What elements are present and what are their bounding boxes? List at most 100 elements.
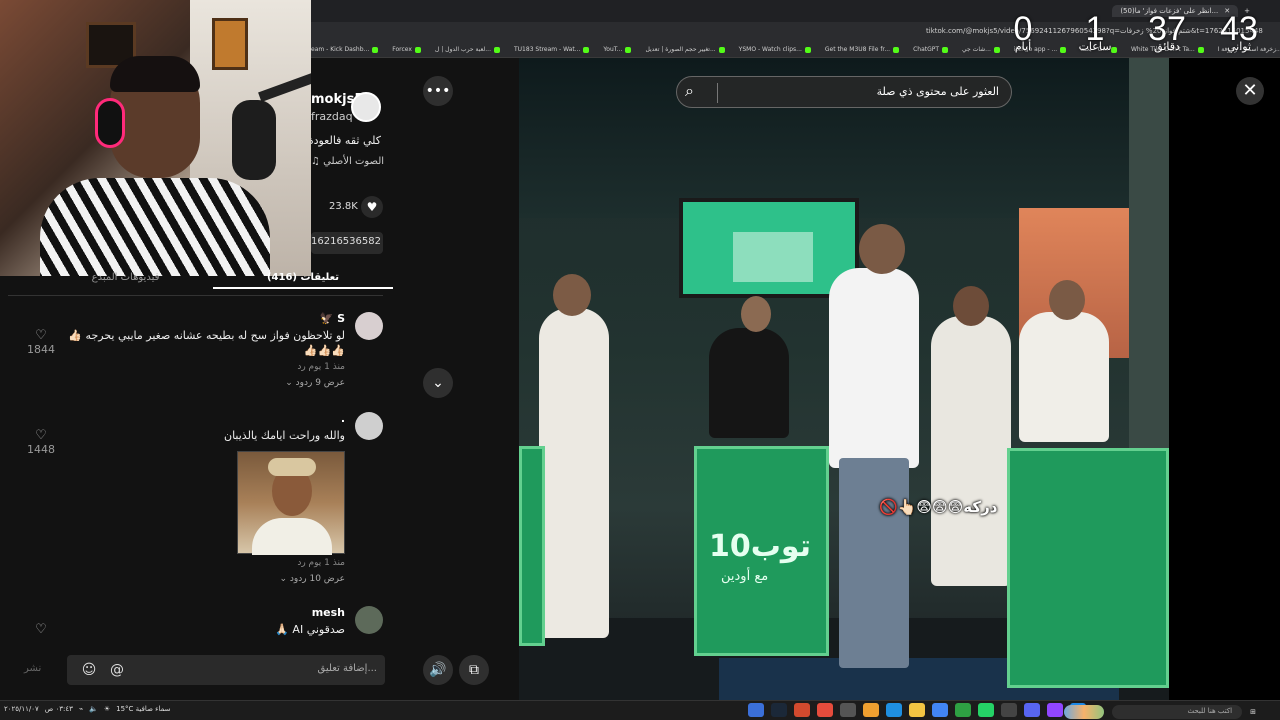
comments-tabs: فيديوهات المبدع تعليقات (416): [8, 272, 393, 296]
heart-outline-icon: ♡: [35, 428, 47, 443]
comment-like[interactable]: ♡ 1448: [26, 428, 56, 456]
app-icon[interactable]: [748, 703, 764, 717]
more-options-icon[interactable]: •••: [423, 76, 453, 106]
volume-tray-icon[interactable]: 🔈: [89, 705, 98, 713]
scene-person-head: [859, 224, 905, 274]
post-button[interactable]: نشر: [24, 663, 41, 674]
video-player[interactable]: توب10 مع أودين دركه😨😨😨👆🏻🚫: [519, 58, 1169, 700]
sound-label[interactable]: ♫ الصوت الأصلي: [311, 156, 384, 167]
emoji-icon[interactable]: ☺: [79, 660, 99, 680]
scene-person-head: [553, 274, 591, 316]
comment-input[interactable]: ☺ @ إضافة تعليق...: [67, 655, 385, 685]
windows-start-icon[interactable]: ⊞: [1250, 708, 1256, 716]
bookmark-label: YouT...: [603, 46, 623, 53]
bookmark-label: تغيير حجم الصورة | تعديل...: [645, 46, 716, 53]
comment-image[interactable]: [237, 451, 345, 555]
bookmark-item[interactable]: YouT...: [603, 46, 632, 53]
taskbar-search[interactable]: اكتب هنا للبحث: [1112, 705, 1243, 719]
bookmark-favicon-icon: [494, 46, 500, 53]
streamer-shirt: [40, 178, 270, 276]
scene-person-head: [1049, 280, 1085, 320]
app-icon[interactable]: [794, 703, 810, 717]
search-divider: [717, 83, 718, 103]
people-widget-icon[interactable]: [1064, 705, 1105, 719]
app-icon[interactable]: [1001, 703, 1017, 717]
comment-like-count: 1844: [27, 343, 55, 356]
scene-podium: [1007, 448, 1169, 688]
comment-avatar[interactable]: [355, 312, 383, 340]
bookmark-item[interactable]: TU183 Stream - Wat...: [514, 46, 590, 53]
comment-meta[interactable]: منذ 1 يوم رد: [65, 558, 345, 568]
search-input[interactable]: ⌕ العثور على محتوى ذي صلة: [676, 76, 1012, 108]
discord-icon[interactable]: [1024, 703, 1040, 717]
bookmark-label: eam - Kick Dashb...: [311, 46, 370, 53]
countdown-overlay: 0 أيام 1 ساعات 37 دقائق 43 ثواني: [996, 10, 1266, 53]
author-avatar[interactable]: [351, 92, 381, 122]
chrome-icon[interactable]: [932, 703, 948, 717]
folder-icon[interactable]: [909, 703, 925, 717]
app-icon[interactable]: [817, 703, 833, 717]
search-icon[interactable]: ⌕: [685, 81, 694, 101]
bookmark-item[interactable]: تغيير حجم الصورة | تعديل...: [645, 46, 725, 53]
video-link[interactable]: 16216536582: [311, 232, 383, 254]
like-button[interactable]: ♥: [361, 196, 383, 218]
app-icon[interactable]: [863, 703, 879, 717]
bookmark-favicon-icon: [893, 46, 900, 53]
taskbar-weather[interactable]: 15°C سماء صافية: [116, 705, 170, 713]
streamer-hair: [110, 56, 200, 92]
comment-avatar[interactable]: [355, 412, 383, 440]
comment-like[interactable]: ♡ 1844: [26, 328, 56, 356]
close-icon[interactable]: ✕: [1236, 77, 1264, 105]
bookmark-item[interactable]: Forcex: [392, 46, 421, 53]
app-icon[interactable]: [840, 703, 856, 717]
comment-avatar[interactable]: [355, 606, 383, 634]
taskbar-date[interactable]: ٢٠٢٥/١١/٠٧: [4, 705, 39, 713]
scene-person-legs: [839, 458, 909, 668]
steam-icon[interactable]: [771, 703, 787, 717]
scene-person: [539, 308, 609, 638]
network-icon[interactable]: ⌁: [79, 705, 83, 713]
bookmark-favicon-icon: [718, 46, 725, 53]
app-icon[interactable]: [1047, 703, 1063, 717]
scene-podium: [519, 446, 545, 646]
edge-icon[interactable]: [886, 703, 902, 717]
comments-panel: فيديوهات المبدع تعليقات (416) S 🦅 لو تلا…: [0, 272, 409, 700]
tab-comments[interactable]: تعليقات (416): [213, 272, 393, 289]
countdown-hours: 1 ساعات: [1068, 10, 1122, 53]
tab-creator-videos[interactable]: فيديوهات المبدع: [38, 272, 213, 283]
podium-subtitle: مع أودين: [721, 569, 769, 584]
comment-author[interactable]: .: [65, 412, 345, 425]
mention-icon[interactable]: @: [107, 660, 127, 680]
bookmark-item[interactable]: لعبة حرب الدول | ل...: [435, 46, 500, 53]
bookmark-item[interactable]: eam - Kick Dashb...: [311, 46, 379, 53]
comment-item: mesh صدقوني AI 🙏🏻: [65, 606, 345, 637]
bookmark-item[interactable]: ChatGPT: [913, 46, 949, 53]
bookmark-favicon-icon: [804, 46, 811, 53]
picture-in-picture-icon[interactable]: ⧉: [459, 655, 489, 685]
view-replies[interactable]: عرض 10 ردود ⌄: [65, 574, 345, 584]
comment-author[interactable]: S 🦅: [65, 312, 345, 325]
app-icon[interactable]: [955, 703, 971, 717]
likes-count: 23.8K: [329, 201, 358, 212]
bookmark-item[interactable]: YSMO - Watch clips...: [739, 46, 811, 53]
bookmark-item[interactable]: Get the M3U8 File fr...: [825, 46, 900, 53]
comment-like[interactable]: ♡: [26, 622, 56, 637]
taskbar-time[interactable]: ٠٣:٤٣ ص: [45, 705, 73, 713]
comment-meta[interactable]: منذ 1 يوم رد: [65, 362, 345, 372]
author-handle[interactable]: frazdaq: [311, 110, 353, 123]
video-overlay-caption: دركه😨😨😨👆🏻🚫: [879, 498, 998, 516]
screen-content: [733, 232, 813, 282]
windows-taskbar: ٢٠٢٥/١١/٠٧ ٠٣:٤٣ ص ⌁ 🔈 ☀ 15°C سماء صافية…: [0, 700, 1280, 720]
bookmark-item[interactable]: شات جي...: [962, 46, 1000, 53]
bookmark-favicon-icon: [372, 46, 379, 53]
whatsapp-icon[interactable]: [978, 703, 994, 717]
volume-icon[interactable]: 🔊: [423, 655, 453, 685]
next-video-chevron-icon[interactable]: ⌄: [423, 368, 453, 398]
bookmark-favicon-icon: [942, 46, 949, 53]
comment-item: . والله وراحت ايامك يالذيبان منذ 1 يوم ر…: [65, 412, 345, 584]
scene-person-head: [953, 286, 989, 326]
countdown-seconds: 43 ثواني: [1212, 10, 1266, 53]
comment-author[interactable]: mesh: [65, 606, 345, 619]
taskbar-tray: ٢٠٢٥/١١/٠٧ ٠٣:٤٣ ص ⌁ 🔈 ☀ 15°C سماء صافية: [4, 705, 171, 713]
view-replies[interactable]: عرض 9 ردود ⌄: [65, 378, 345, 388]
